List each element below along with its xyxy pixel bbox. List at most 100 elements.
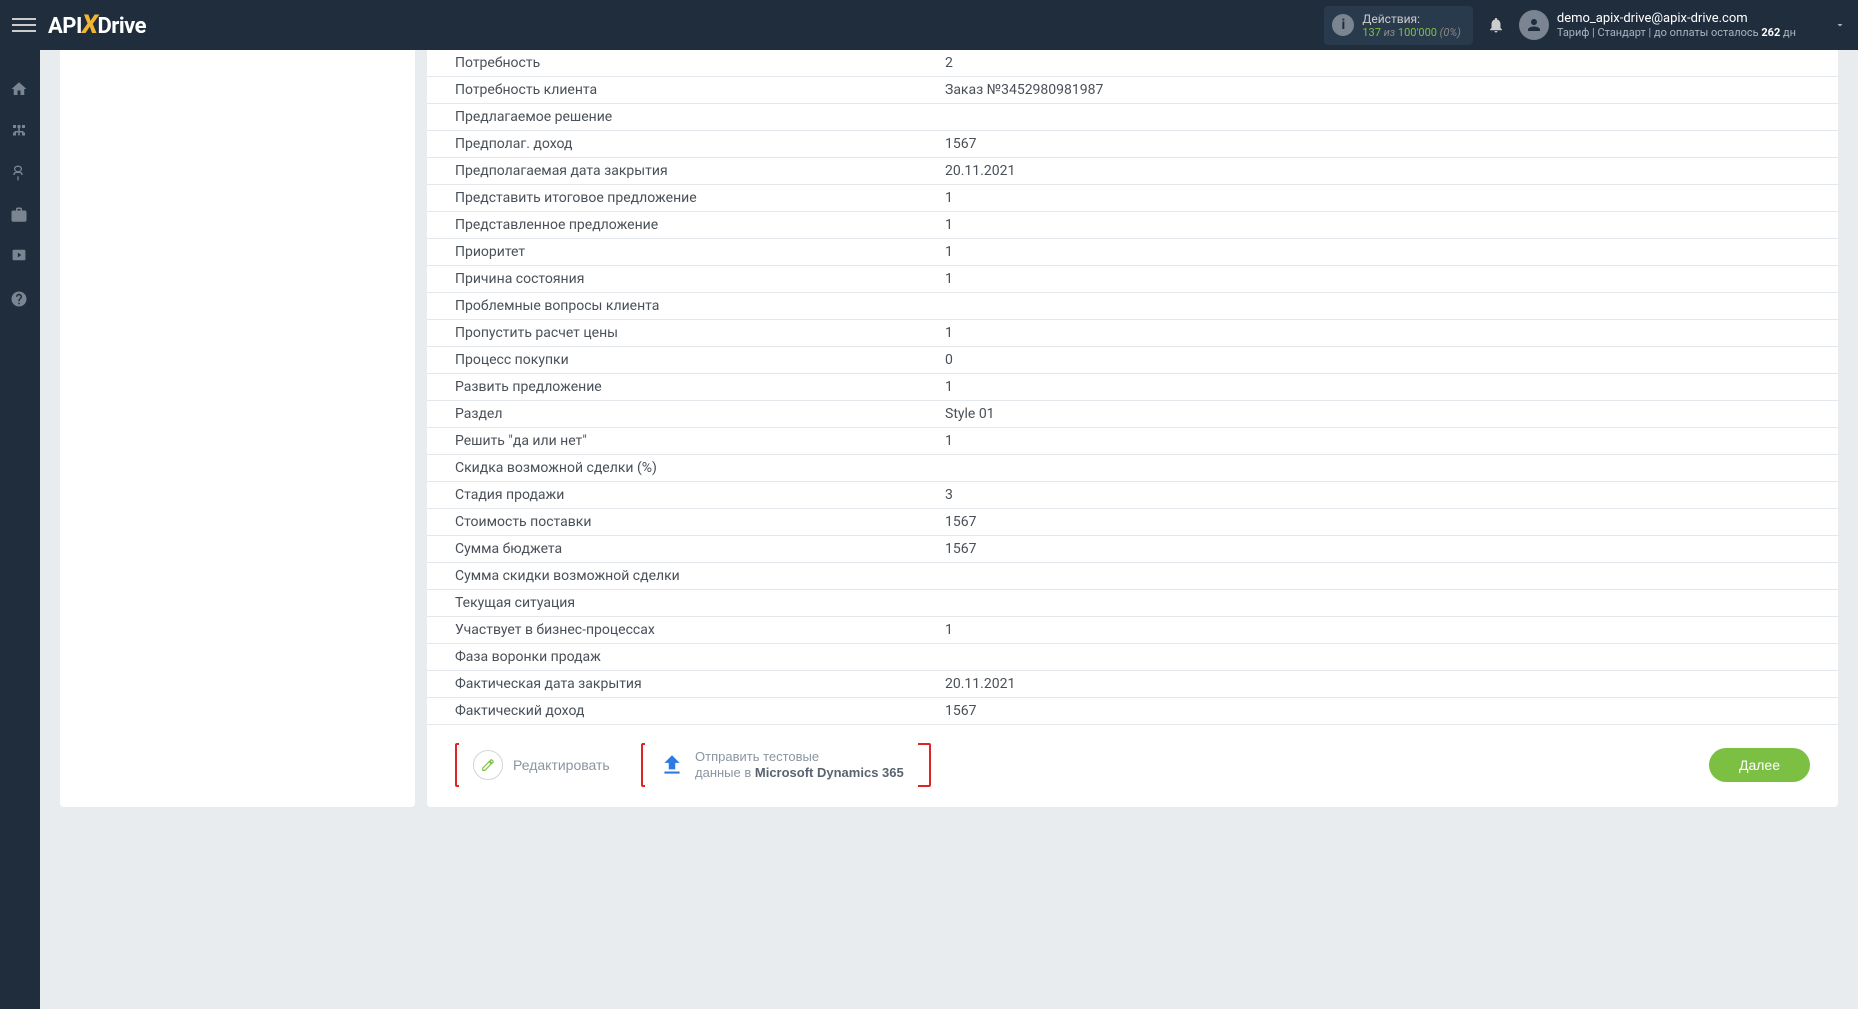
field-value: 1567 xyxy=(945,136,1810,152)
field-label: Текущая ситуация xyxy=(455,595,945,611)
field-value: 20.11.2021 xyxy=(945,163,1810,179)
field-value: 1 xyxy=(945,271,1810,287)
chevron-down-icon xyxy=(1834,19,1846,31)
pencil-icon xyxy=(473,750,503,780)
field-value: 1567 xyxy=(945,514,1810,530)
menu-toggle[interactable] xyxy=(12,13,36,37)
field-label: Предполагаемая дата закрытия xyxy=(455,163,945,179)
user-menu[interactable]: demo_apix-drive@apix-drive.com Тариф | С… xyxy=(1519,10,1846,40)
data-row: Фактический доход1567 xyxy=(427,698,1838,725)
data-row: Процесс покупки0 xyxy=(427,347,1838,374)
field-label: Раздел xyxy=(455,406,945,422)
field-label: Предлагаемое решение xyxy=(455,109,945,125)
left-panel xyxy=(60,50,415,807)
info-icon: i xyxy=(1332,14,1354,36)
field-label: Пропустить расчет цены xyxy=(455,325,945,341)
field-label: Фактическая дата закрытия xyxy=(455,676,945,692)
actions-stats: 137 из 100'000 (0%) xyxy=(1362,26,1461,39)
main-panel: Потребность2Потребность клиентаЗаказ №34… xyxy=(427,50,1838,807)
field-value: 1 xyxy=(945,217,1810,233)
billing-icon[interactable] xyxy=(10,164,30,184)
field-value xyxy=(945,568,1810,584)
user-email: demo_apix-drive@apix-drive.com xyxy=(1557,11,1796,26)
field-label: Фактический доход xyxy=(455,703,945,719)
field-value: 1 xyxy=(945,433,1810,449)
data-row: Фактическая дата закрытия20.11.2021 xyxy=(427,671,1838,698)
data-row: Фаза воронки продаж xyxy=(427,644,1838,671)
data-row: Стадия продажи3 xyxy=(427,482,1838,509)
field-label: Стадия продажи xyxy=(455,487,945,503)
field-value: 0 xyxy=(945,352,1810,368)
field-label: Сумма скидки возможной сделки xyxy=(455,568,945,584)
logo[interactable]: APIXDrive xyxy=(48,10,146,40)
data-row: РазделStyle 01 xyxy=(427,401,1838,428)
field-value: 1 xyxy=(945,190,1810,206)
field-value xyxy=(945,595,1810,611)
field-value xyxy=(945,649,1810,665)
field-label: Потребность клиента xyxy=(455,82,945,98)
field-label: Решить "да или нет" xyxy=(455,433,945,449)
data-row: Сумма бюджета1567 xyxy=(427,536,1838,563)
send-highlight: Отправить тестовые данные в Microsoft Dy… xyxy=(641,743,931,787)
field-label: Сумма бюджета xyxy=(455,541,945,557)
data-row: Скидка возможной сделки (%) xyxy=(427,455,1838,482)
field-value: 20.11.2021 xyxy=(945,676,1810,692)
data-row: Проблемные вопросы клиента xyxy=(427,293,1838,320)
field-value: 2 xyxy=(945,55,1810,71)
data-row: Потребность клиентаЗаказ №3452980981987 xyxy=(427,77,1838,104)
data-row: Предлагаемое решение xyxy=(427,104,1838,131)
field-label: Развить предложение xyxy=(455,379,945,395)
field-value: 1 xyxy=(945,622,1810,638)
data-row: Предполагаемая дата закрытия20.11.2021 xyxy=(427,158,1838,185)
field-value: 3 xyxy=(945,487,1810,503)
data-row: Решить "да или нет"1 xyxy=(427,428,1838,455)
field-value xyxy=(945,460,1810,476)
field-label: Представить итоговое предложение xyxy=(455,190,945,206)
field-label: Причина состояния xyxy=(455,271,945,287)
data-row: Стоимость поставки1567 xyxy=(427,509,1838,536)
data-row: Причина состояния1 xyxy=(427,266,1838,293)
upload-icon xyxy=(659,752,685,778)
field-label: Процесс покупки xyxy=(455,352,945,368)
data-row: Сумма скидки возможной сделки xyxy=(427,563,1838,590)
field-label: Стоимость поставки xyxy=(455,514,945,530)
edit-button[interactable]: Редактировать xyxy=(459,742,624,788)
notifications-icon[interactable] xyxy=(1487,16,1505,34)
sidebar xyxy=(0,50,40,1009)
field-value: 1 xyxy=(945,379,1810,395)
next-button[interactable]: Далее xyxy=(1709,748,1810,782)
actions-counter[interactable]: i Действия: 137 из 100'000 (0%) xyxy=(1324,6,1473,45)
field-label: Проблемные вопросы клиента xyxy=(455,298,945,314)
data-row: Участвует в бизнес-процессах1 xyxy=(427,617,1838,644)
data-row: Представить итоговое предложение1 xyxy=(427,185,1838,212)
actions-label: Действия: xyxy=(1362,12,1461,26)
data-table: Потребность2Потребность клиентаЗаказ №34… xyxy=(427,50,1838,725)
field-value: Заказ №3452980981987 xyxy=(945,82,1810,98)
video-icon[interactable] xyxy=(10,248,30,268)
connections-icon[interactable] xyxy=(10,122,30,142)
briefcase-icon[interactable] xyxy=(10,206,30,226)
data-row: Приоритет1 xyxy=(427,239,1838,266)
field-value: 1567 xyxy=(945,703,1810,719)
field-label: Приоритет xyxy=(455,244,945,260)
field-label: Представленное предложение xyxy=(455,217,945,233)
field-label: Предполаг. доход xyxy=(455,136,945,152)
data-row: Представленное предложение1 xyxy=(427,212,1838,239)
field-value: 1 xyxy=(945,244,1810,260)
home-icon[interactable] xyxy=(10,80,30,100)
field-value: 1567 xyxy=(945,541,1810,557)
footer-actions: Редактировать Отправить тестовые данные … xyxy=(427,725,1838,787)
data-row: Потребность2 xyxy=(427,50,1838,77)
data-row: Текущая ситуация xyxy=(427,590,1838,617)
data-row: Пропустить расчет цены1 xyxy=(427,320,1838,347)
field-value xyxy=(945,109,1810,125)
topbar: APIXDrive i Действия: 137 из 100'000 (0%… xyxy=(0,0,1858,50)
field-label: Потребность xyxy=(455,55,945,71)
avatar-icon xyxy=(1519,10,1549,40)
field-value xyxy=(945,298,1810,314)
send-test-button[interactable]: Отправить тестовые данные в Microsoft Dy… xyxy=(645,743,918,786)
data-row: Предполаг. доход1567 xyxy=(427,131,1838,158)
field-value: Style 01 xyxy=(945,406,1810,422)
field-value: 1 xyxy=(945,325,1810,341)
help-icon[interactable] xyxy=(10,290,30,310)
